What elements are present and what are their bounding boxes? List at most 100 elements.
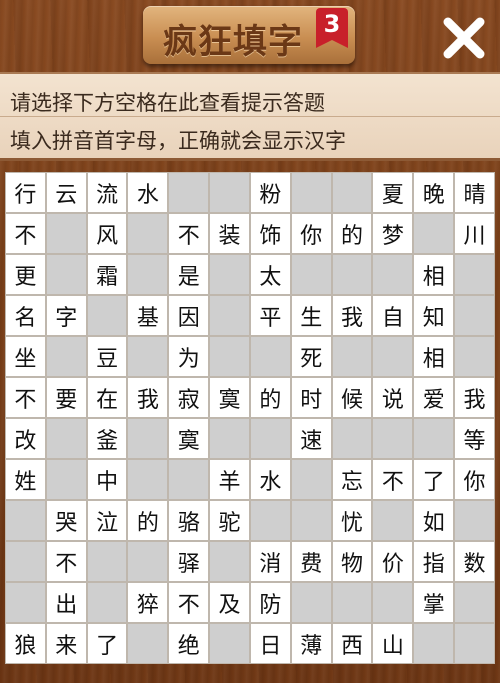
- grid-cell[interactable]: 中: [86, 459, 128, 500]
- grid-cell[interactable]: 字: [45, 295, 87, 336]
- grid-cell[interactable]: 的: [127, 500, 169, 541]
- grid-cell[interactable]: 物: [331, 541, 373, 582]
- grid-cell[interactable]: 相: [413, 254, 455, 295]
- blank-cell: [127, 336, 169, 377]
- grid-cell[interactable]: 晴: [454, 172, 495, 213]
- grid-cell[interactable]: 我: [331, 295, 373, 336]
- grid-cell[interactable]: 相: [413, 336, 455, 377]
- grid-cell[interactable]: 在: [86, 377, 128, 418]
- grid-cell[interactable]: 驼: [209, 500, 250, 541]
- grid-cell[interactable]: 不: [5, 377, 46, 418]
- blank-cell: [45, 459, 87, 500]
- grid-cell[interactable]: 流: [86, 172, 128, 213]
- grid-cell[interactable]: 行: [5, 172, 46, 213]
- grid-cell[interactable]: 哭: [45, 500, 87, 541]
- grid-cell[interactable]: 日: [249, 623, 291, 664]
- grid-cell[interactable]: 时: [290, 377, 332, 418]
- grid-cell[interactable]: 更: [5, 254, 46, 295]
- grid-cell[interactable]: 薄: [290, 623, 332, 664]
- grid-cell[interactable]: 霜: [86, 254, 128, 295]
- grid-cell[interactable]: 寂: [168, 377, 210, 418]
- blank-cell: [209, 254, 250, 295]
- grid-cell[interactable]: 西: [331, 623, 373, 664]
- close-button[interactable]: [440, 14, 488, 62]
- grid-cell[interactable]: 寞: [168, 418, 210, 459]
- grid-cell[interactable]: 绝: [168, 623, 210, 664]
- grid-cell[interactable]: 你: [454, 459, 495, 500]
- grid-cell[interactable]: 粉: [249, 172, 291, 213]
- grid-cell[interactable]: 爱: [413, 377, 455, 418]
- grid-cell[interactable]: 风: [86, 213, 128, 254]
- grid-cell[interactable]: 豆: [86, 336, 128, 377]
- grid-cell[interactable]: 改: [5, 418, 46, 459]
- grid-cell[interactable]: 的: [331, 213, 373, 254]
- grid-cell[interactable]: 价: [372, 541, 414, 582]
- grid-cell[interactable]: 山: [372, 623, 414, 664]
- grid-cell[interactable]: 生: [290, 295, 332, 336]
- grid-cell[interactable]: 费: [290, 541, 332, 582]
- grid-cell[interactable]: 川: [454, 213, 495, 254]
- grid-cell[interactable]: 猝: [127, 582, 169, 623]
- grid-cell[interactable]: 饰: [249, 213, 291, 254]
- grid-cell[interactable]: 装: [209, 213, 250, 254]
- grid-cell[interactable]: 羊: [209, 459, 250, 500]
- grid-cell[interactable]: 消: [249, 541, 291, 582]
- grid-cell[interactable]: 的: [249, 377, 291, 418]
- grid-cell[interactable]: 不: [372, 459, 414, 500]
- grid-cell[interactable]: 寞: [209, 377, 250, 418]
- grid-cell[interactable]: 说: [372, 377, 414, 418]
- grid-cell[interactable]: 数: [454, 541, 495, 582]
- grid-cell[interactable]: 如: [413, 500, 455, 541]
- grid-cell[interactable]: 不: [168, 213, 210, 254]
- grid-cell[interactable]: 名: [5, 295, 46, 336]
- blank-cell: [331, 418, 373, 459]
- grid-cell[interactable]: 不: [5, 213, 46, 254]
- grid-cell[interactable]: 我: [454, 377, 495, 418]
- grid-cell[interactable]: 基: [127, 295, 169, 336]
- grid-cell[interactable]: 忘: [331, 459, 373, 500]
- grid-cell[interactable]: 太: [249, 254, 291, 295]
- grid-cell[interactable]: 自: [372, 295, 414, 336]
- hint-instruction-1: 请选择下方空格在此查看提示答题: [10, 91, 325, 115]
- grid-cell[interactable]: 候: [331, 377, 373, 418]
- grid-cell[interactable]: 骆: [168, 500, 210, 541]
- grid-cell[interactable]: 平: [249, 295, 291, 336]
- blank-cell: [372, 254, 414, 295]
- grid-cell[interactable]: 不: [168, 582, 210, 623]
- grid-cell[interactable]: 掌: [413, 582, 455, 623]
- grid-cell[interactable]: 要: [45, 377, 87, 418]
- grid-cell[interactable]: 死: [290, 336, 332, 377]
- grid-cell[interactable]: 坐: [5, 336, 46, 377]
- blank-cell: [45, 336, 87, 377]
- grid-cell[interactable]: 防: [249, 582, 291, 623]
- grid-cell[interactable]: 你: [290, 213, 332, 254]
- grid-cell[interactable]: 姓: [5, 459, 46, 500]
- grid-cell[interactable]: 为: [168, 336, 210, 377]
- grid-cell[interactable]: 来: [45, 623, 87, 664]
- grid-cell[interactable]: 釜: [86, 418, 128, 459]
- grid-cell[interactable]: 是: [168, 254, 210, 295]
- grid-cell[interactable]: 晚: [413, 172, 455, 213]
- grid-cell[interactable]: 驿: [168, 541, 210, 582]
- grid-cell[interactable]: 梦: [372, 213, 414, 254]
- grid-cell[interactable]: 云: [45, 172, 87, 213]
- blank-cell: [127, 459, 169, 500]
- grid-cell[interactable]: 出: [45, 582, 87, 623]
- grid-cell[interactable]: 了: [86, 623, 128, 664]
- grid-cell[interactable]: 及: [209, 582, 250, 623]
- grid-cell[interactable]: 忧: [331, 500, 373, 541]
- grid-cell[interactable]: 不: [45, 541, 87, 582]
- grid-cell[interactable]: 等: [454, 418, 495, 459]
- game-title: 疯狂填字: [163, 22, 303, 62]
- grid-cell[interactable]: 泣: [86, 500, 128, 541]
- grid-cell[interactable]: 我: [127, 377, 169, 418]
- grid-cell[interactable]: 狼: [5, 623, 46, 664]
- grid-cell[interactable]: 夏: [372, 172, 414, 213]
- grid-cell[interactable]: 水: [127, 172, 169, 213]
- grid-cell[interactable]: 因: [168, 295, 210, 336]
- grid-cell[interactable]: 水: [249, 459, 291, 500]
- grid-cell[interactable]: 了: [413, 459, 455, 500]
- grid-cell[interactable]: 指: [413, 541, 455, 582]
- grid-cell[interactable]: 速: [290, 418, 332, 459]
- grid-cell[interactable]: 知: [413, 295, 455, 336]
